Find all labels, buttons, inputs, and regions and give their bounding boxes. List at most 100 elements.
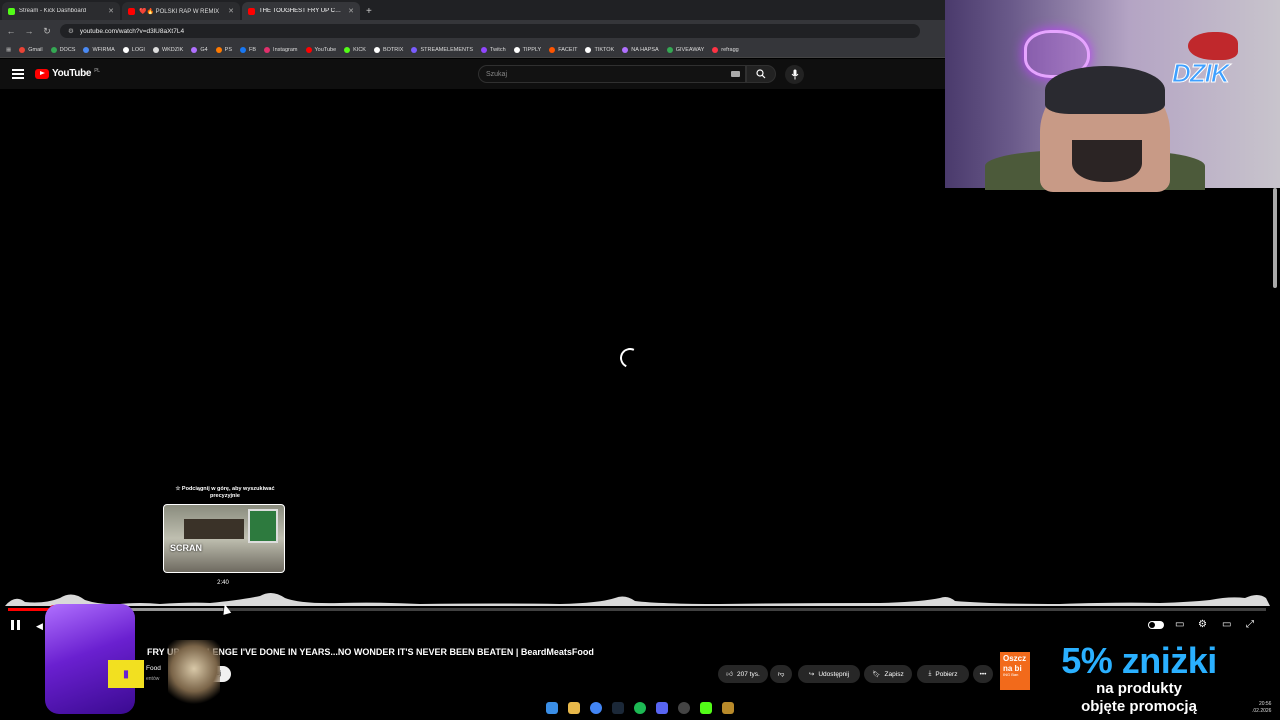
bookmark-label: refragg <box>721 46 739 53</box>
discord-icon[interactable] <box>656 702 668 714</box>
download-button[interactable]: ⤓ Pobierz <box>917 665 969 683</box>
bookmark-docs[interactable]: DOCS <box>50 46 75 53</box>
url-text: youtube.com/watch?v=d3lU8aXt7L4 <box>79 27 185 35</box>
save-button[interactable]: 🔖︎ Zapisz <box>864 665 912 683</box>
like-button[interactable]: 👍︎ 207 tys. <box>718 665 768 683</box>
bookmark-na-hapsa[interactable]: NA HAPSA <box>622 46 659 53</box>
bookmark-refragg[interactable]: refragg <box>712 46 739 53</box>
bookmark-giveaway[interactable]: GIVEAWAY <box>666 46 705 53</box>
share-icon: ↪ <box>808 671 815 678</box>
voice-search-button[interactable] <box>785 65 804 84</box>
pause-button[interactable] <box>11 620 23 631</box>
microphone-icon <box>791 69 798 80</box>
bookmark-favicon-icon <box>50 46 57 53</box>
windows-start-icon[interactable] <box>546 702 558 714</box>
bookmark-label: GIVEAWAY <box>675 46 705 53</box>
bookmark-wkdzik[interactable]: WKDZIK <box>152 46 184 53</box>
bookmark-faceit[interactable]: FACEIT <box>549 46 577 53</box>
seek-preview-thumbnail: SCRAN <box>163 504 285 573</box>
close-tab-icon[interactable]: ✕ <box>108 7 114 15</box>
hamburger-menu-icon[interactable] <box>12 69 24 79</box>
bookmark-gmail[interactable]: Gmail <box>19 46 43 53</box>
steam-icon[interactable] <box>612 702 624 714</box>
bank-ad-small-text: ING Ban <box>1003 672 1019 678</box>
apps-grid-icon[interactable]: ▦ <box>6 47 11 53</box>
download-label: Pobierz <box>935 670 958 678</box>
bookmark-ps[interactable]: PS <box>215 46 232 53</box>
streamer-headset <box>1045 66 1165 114</box>
share-button[interactable]: ↪ Udostępnij <box>798 665 860 683</box>
new-tab-button[interactable]: + <box>366 6 372 17</box>
thumbs-down-icon: 👎︎ <box>777 671 785 678</box>
bookmark-botrix[interactable]: BOTRIX <box>373 46 403 53</box>
bookmark-favicon-icon <box>622 46 629 53</box>
settings-gear-icon[interactable]: ⚙ <box>1198 619 1207 630</box>
bookmark-label: KICK <box>353 46 366 53</box>
bookmark-streamelements[interactable]: STREAMELEMENTS <box>411 46 473 53</box>
close-tab-icon[interactable]: ✕ <box>228 7 234 15</box>
bookmark-youtube[interactable]: YouTube <box>305 46 336 53</box>
browser-tab-kick[interactable]: Stream - Kick Dashboard ✕ <box>2 2 120 20</box>
bookmark-logi[interactable]: LOGI <box>122 46 145 53</box>
bookmark-wfirma[interactable]: WFIRMA <box>83 46 115 53</box>
browser-tab-polski-rap[interactable]: ❤️🔥 POLSKI RAP W REMIX ✕ <box>122 2 240 20</box>
autoplay-toggle[interactable] <box>1148 621 1164 629</box>
bank-ad-banner[interactable]: Oszcz na bi ING Ban <box>1000 652 1034 690</box>
site-info-icon[interactable]: ⚙ <box>68 27 74 35</box>
browser-tab-fry-up[interactable]: THE TOUGHEST FRY UP CHALL ✕ <box>242 2 360 20</box>
clock-date: .02.2026 <box>1252 708 1272 714</box>
bank-ad-text: Oszcz na bi <box>1003 654 1027 673</box>
forward-arrow-icon[interactable]: → <box>24 26 34 36</box>
youtube-favicon-icon <box>128 7 135 15</box>
close-tab-icon[interactable]: ✕ <box>348 7 354 15</box>
more-actions-button[interactable]: ••• <box>973 665 993 683</box>
streamer-beard <box>1072 140 1142 182</box>
bookmark-instagram[interactable]: Instagram <box>264 46 298 53</box>
bookmark-label: WFIRMA <box>92 46 115 53</box>
kick-icon[interactable] <box>700 702 712 714</box>
fullscreen-icon[interactable]: ⤢ <box>1246 619 1254 630</box>
url-field[interactable]: ⚙ youtube.com/watch?v=d3lU8aXt7L4 <box>60 24 920 38</box>
keyboard-icon[interactable] <box>731 71 740 77</box>
bookmark-label: FB <box>249 46 257 53</box>
bookmark-favicon-icon <box>549 46 556 53</box>
theater-mode-icon[interactable]: ▭ <box>1222 619 1231 630</box>
jar-label: ▮ <box>108 660 144 688</box>
bookmark-twitch[interactable]: Twitch <box>481 46 506 53</box>
thumbnail-window <box>248 509 278 543</box>
page-scrollbar[interactable] <box>1273 188 1277 288</box>
search-icon <box>756 69 766 79</box>
search-input[interactable]: Szukaj <box>478 65 746 83</box>
back-arrow-icon[interactable]: ← <box>6 26 16 36</box>
taskbar-clock[interactable]: 20:56 .02.2026 <box>1252 701 1271 715</box>
file-explorer-icon[interactable] <box>568 702 580 714</box>
bookmark-icon: 🔖︎ <box>872 671 881 678</box>
youtube-logo[interactable]: YouTube PL <box>35 68 100 79</box>
bookmark-tiktok[interactable]: TIKTOK <box>585 46 614 53</box>
spotify-icon[interactable] <box>634 702 646 714</box>
bookmark-tipply[interactable]: TIPPLY <box>513 46 542 53</box>
dislike-button[interactable]: 👎︎ <box>770 665 792 683</box>
thumbnail-overlay-text: SCRAN <box>170 543 203 553</box>
subtitles-icon[interactable]: ▭ <box>1175 619 1184 630</box>
chrome-icon[interactable] <box>590 702 602 714</box>
bookmark-label: TIPPLY <box>522 46 542 53</box>
bookmark-favicon-icon <box>585 46 592 53</box>
search-button[interactable] <box>746 65 776 83</box>
bookmark-kick[interactable]: KICK <box>344 46 366 53</box>
bookmark-favicon-icon <box>122 46 129 53</box>
bookmark-label: LOGI <box>131 46 145 53</box>
boar-mascot-logo <box>1188 32 1238 60</box>
reload-icon[interactable]: ↻ <box>42 26 52 37</box>
youtube-favicon-icon <box>248 7 255 15</box>
channel-name[interactable]: Food <box>146 665 161 672</box>
obs-icon[interactable] <box>678 702 690 714</box>
volume-icon[interactable]: ◀ <box>36 621 43 632</box>
app-icon[interactable] <box>722 702 734 714</box>
bookmark-label: WKDZIK <box>161 46 184 53</box>
bookmark-fb[interactable]: FB <box>240 46 257 53</box>
bookmark-favicon-icon <box>83 46 90 53</box>
bookmark-g4[interactable]: G4 <box>191 46 208 53</box>
thumbnail-counter <box>184 519 244 539</box>
bookmark-favicon-icon <box>344 46 351 53</box>
